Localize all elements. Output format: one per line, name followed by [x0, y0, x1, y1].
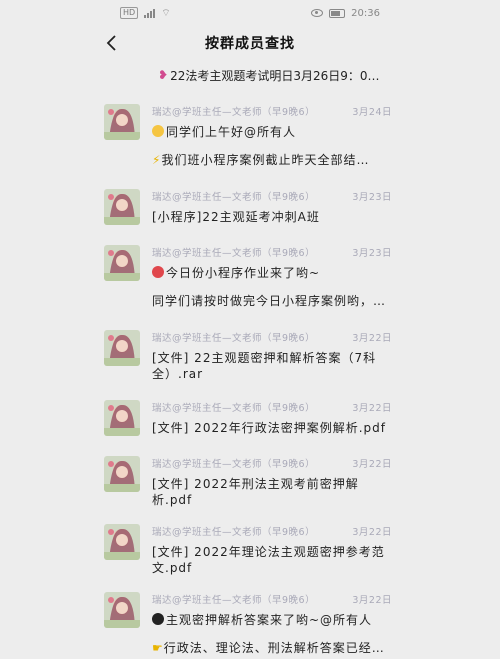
message-meta: 瑞达@学班主任—文老师（早9晚6） 3月23日	[152, 189, 392, 203]
message-item[interactable]: 瑞达@学班主任—文老师（早9晚6） 3月23日 [小程序]22主观延考冲刺A班	[104, 189, 396, 229]
message-text: [文件] 22主观题密押和解析答案（7科全）.rar	[152, 351, 377, 381]
message-item[interactable]: 瑞达@学班主任—文老师（早9晚6） 3月22日 [文件] 22主观题密押和解析答…	[104, 330, 396, 381]
status-bar: HD ⌔ 20:36	[0, 0, 500, 26]
message-item[interactable]: 瑞达@学班主任—文老师（早9晚6） 3月22日 主观密押解析答案来了哟~@所有人…	[104, 592, 396, 658]
signal-icon	[144, 8, 156, 18]
message-text: [小程序]22主观延考冲刺A班	[152, 210, 320, 224]
message-date: 3月22日	[352, 459, 392, 470]
message-line: 今日份小程序作业来了哟~	[166, 266, 321, 280]
message-date: 3月22日	[352, 595, 392, 606]
message-line: 主观密押解析答案来了哟~@所有人	[166, 613, 373, 627]
message-item[interactable]: 瑞达@学班主任—文老师（早9晚6） 3月22日 [文件] 2022年行政法密押案…	[104, 400, 396, 440]
message-text: [文件] 2022年刑法主观考前密押解析.pdf	[152, 477, 359, 507]
pinned-text: 22法考主观题考试明日3月26日9：0…	[170, 68, 380, 83]
avatar	[104, 330, 140, 366]
message-item[interactable]: 瑞达@学班主任—文老师（早9晚6） 3月24日 同学们上午好@所有人 ⚡我们班小…	[104, 104, 396, 174]
message-text: 主观密押解析答案来了哟~@所有人	[152, 612, 388, 628]
title-bar: 按群成员查找	[0, 26, 500, 60]
hd-badge: HD	[120, 7, 139, 19]
message-text-second: ☛行政法、理论法、刑法解析答案已经…	[152, 640, 392, 656]
message-line: 同学们上午好@所有人	[166, 125, 297, 139]
message-date: 3月22日	[352, 403, 392, 414]
page-title: 按群成员查找	[205, 36, 295, 52]
message-date: 3月23日	[352, 248, 392, 259]
message-meta: 瑞达@学班主任—文老师（早9晚6） 3月23日	[152, 245, 392, 259]
message-item[interactable]: 瑞达@学班主任—文老师（早9晚6） 3月22日 [文件] 2022年理论法主观题…	[104, 524, 396, 575]
message-text-second: 同学们请按时做完今日小程序案例哟，…	[152, 294, 387, 308]
hand-icon: ☛	[152, 641, 164, 655]
message-meta: 瑞达@学班主任—文老师（早9晚6） 3月22日	[152, 330, 392, 344]
message-meta: 瑞达@学班主任—文老师（早9晚6） 3月24日	[152, 104, 392, 118]
status-time: 20:36	[351, 7, 380, 19]
sender-name: 瑞达@学班主任—文老师（早9晚6）	[152, 333, 316, 344]
status-left: HD ⌔	[120, 7, 171, 20]
message-text-second: ⚡我们班小程序案例截止昨天全部结…	[152, 152, 392, 168]
avatar	[104, 104, 140, 140]
message-meta: 瑞达@学班主任—文老师（早9晚6） 3月22日	[152, 456, 392, 470]
message-line: 我们班小程序案例截止昨天全部结…	[161, 153, 370, 167]
message-line: 行政法、理论法、刑法解析答案已经…	[163, 641, 385, 655]
message-date: 3月23日	[352, 192, 392, 203]
message-text: [文件] 2022年行政法密押案例解析.pdf	[152, 421, 386, 435]
chevron-left-icon	[106, 35, 116, 51]
battery-icon	[329, 8, 346, 18]
sun-icon	[152, 125, 164, 137]
avatar	[104, 245, 140, 281]
message-meta: 瑞达@学班主任—文老师（早9晚6） 3月22日	[152, 524, 392, 538]
message-meta: 瑞达@学班主任—文老师（早9晚6） 3月22日	[152, 592, 392, 606]
penguin-icon	[152, 613, 164, 625]
avatar	[104, 592, 140, 628]
sender-name: 瑞达@学班主任—文老师（早9晚6）	[152, 248, 316, 259]
sender-name: 瑞达@学班主任—文老师（早9晚6）	[152, 192, 316, 203]
avatar	[104, 456, 140, 492]
message-meta: 瑞达@学班主任—文老师（早9晚6） 3月22日	[152, 400, 392, 414]
sender-name: 瑞达@学班主任—文老师（早9晚6）	[152, 595, 316, 606]
sender-name: 瑞达@学班主任—文老师（早9晚6）	[152, 107, 316, 118]
status-right: 20:36	[311, 8, 380, 19]
avatar	[104, 400, 140, 436]
sender-name: 瑞达@学班主任—文老师（早9晚6）	[152, 527, 316, 538]
sender-name: 瑞达@学班主任—文老师（早9晚6）	[152, 459, 316, 470]
message-date: 3月24日	[352, 107, 392, 118]
avatar	[104, 524, 140, 560]
back-button[interactable]	[102, 33, 122, 53]
message-item[interactable]: 瑞达@学班主任—文老师（早9晚6） 3月23日 今日份小程序作业来了哟~ 同学们…	[104, 245, 396, 315]
avatar	[104, 189, 140, 225]
message-text: 今日份小程序作业来了哟~	[152, 265, 388, 281]
message-date: 3月22日	[352, 527, 392, 538]
message-item[interactable]: 瑞达@学班主任—文老师（早9晚6） 3月22日 [文件] 2022年刑法主观考前…	[104, 456, 396, 507]
pin-icon: ❥	[158, 68, 169, 82]
eye-icon	[311, 9, 324, 17]
wifi-icon: ⌔	[161, 7, 171, 19]
balloon-icon	[152, 266, 164, 278]
message-text: 同学们上午好@所有人	[152, 124, 388, 140]
sender-name: 瑞达@学班主任—文老师（早9晚6）	[152, 403, 316, 414]
message-text: [文件] 2022年理论法主观题密押参考范文.pdf	[152, 545, 385, 575]
pinned-message[interactable]: ❥ 22法考主观题考试明日3月26日9：0…	[158, 66, 398, 84]
message-date: 3月22日	[352, 333, 392, 344]
